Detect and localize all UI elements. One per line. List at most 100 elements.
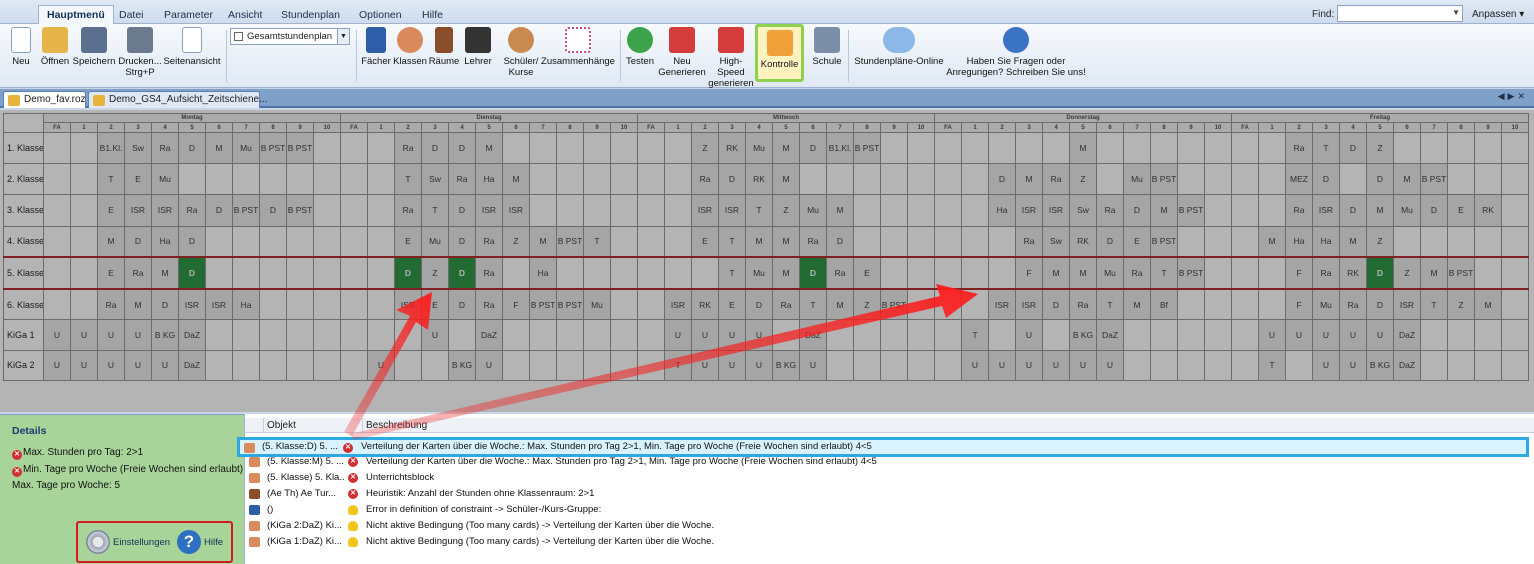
lesson-cell[interactable] [1231,319,1259,351]
lesson-cell[interactable] [1231,256,1259,290]
lesson-cell[interactable]: U [1339,319,1367,351]
lesson-cell[interactable]: D [1096,225,1124,258]
lesson-cell[interactable] [880,319,908,351]
lesson-cell[interactable]: D [124,225,152,258]
class-label[interactable]: 5. Klasse [3,256,44,290]
lesson-cell[interactable]: DaZ [178,349,206,382]
lesson-cell[interactable] [826,319,854,351]
lesson-cell[interactable] [826,163,854,196]
lesson-cell[interactable]: Ra [772,288,800,321]
column-header-object[interactable]: Objekt [263,418,363,433]
lesson-cell[interactable]: M [1015,163,1043,196]
lesson-cell[interactable]: Ra [1042,163,1070,196]
lesson-cell[interactable]: Ra [1123,256,1151,290]
lesson-cell[interactable] [313,256,341,290]
lesson-cell[interactable]: B KG [1069,319,1097,351]
class-label[interactable]: 2. Klasse [3,163,44,196]
lesson-cell[interactable]: B PST [259,131,287,165]
lesson-cell[interactable]: RK [718,131,746,165]
lesson-cell[interactable] [313,288,341,321]
lesson-cell[interactable] [43,256,71,290]
lesson-cell[interactable] [70,225,98,258]
lesson-cell[interactable] [529,349,557,382]
lesson-cell[interactable] [907,194,935,227]
lesson-cell[interactable]: RK [745,163,773,196]
save-button[interactable]: Speichern [72,27,116,67]
lesson-cell[interactable]: B PST [556,288,584,321]
lesson-cell[interactable] [691,256,719,290]
lesson-cell[interactable] [205,163,233,196]
lesson-cell[interactable] [502,349,530,382]
lesson-cell[interactable] [259,225,287,258]
lesson-cell[interactable] [1177,225,1205,258]
lesson-cell[interactable]: U [691,319,719,351]
lesson-cell[interactable] [232,256,260,290]
lesson-cell[interactable]: Ha [1285,225,1313,258]
lesson-cell[interactable] [1474,163,1502,196]
lesson-cell[interactable] [340,225,368,258]
lesson-cell[interactable] [583,194,611,227]
tab-hauptmenue[interactable]: Hauptmenü [38,5,114,25]
lesson-cell[interactable] [1096,163,1124,196]
lesson-cell[interactable] [1285,349,1313,382]
lesson-cell[interactable]: D [448,131,476,165]
lesson-cell[interactable]: D [745,288,773,321]
lesson-cell[interactable]: U [1015,319,1043,351]
check-button[interactable]: Kontrolle [755,24,804,82]
lesson-cell[interactable] [502,256,530,290]
lesson-cell[interactable] [637,288,665,321]
lesson-cell[interactable]: T [1312,131,1340,165]
lesson-cell[interactable] [1474,131,1502,165]
lesson-cell[interactable]: D [178,256,206,290]
lesson-cell[interactable]: Z [853,288,881,321]
lesson-cell[interactable] [43,225,71,258]
lesson-cell[interactable]: Mu [1312,288,1340,321]
lesson-cell[interactable] [637,194,665,227]
lesson-cell[interactable] [1474,256,1502,290]
lesson-cell[interactable]: D [1123,194,1151,227]
lesson-cell[interactable] [1339,163,1367,196]
lesson-cell[interactable] [259,349,287,382]
lesson-cell[interactable] [664,225,692,258]
lesson-cell[interactable] [961,131,989,165]
teachers-button[interactable]: Lehrer [462,27,494,67]
lesson-cell[interactable]: U [70,319,98,351]
class-label[interactable]: KiGa 2 [3,349,44,382]
lesson-cell[interactable]: Sw [1042,225,1070,258]
lesson-cell[interactable]: U [1366,319,1394,351]
lesson-cell[interactable]: U [1312,349,1340,382]
lesson-cell[interactable]: Ha [988,194,1016,227]
class-row[interactable]: KiGa 2 U U U U U DaZ U B KG U T U U U B KG U U U U U U U T U U B … [3,349,1529,382]
lesson-cell[interactable] [583,256,611,290]
lesson-cell[interactable]: Ra [1312,256,1340,290]
lesson-cell[interactable] [583,319,611,351]
lesson-cell[interactable]: Ra [151,131,179,165]
lesson-cell[interactable] [1015,131,1043,165]
tab-optionen[interactable]: Optionen [351,6,410,24]
lesson-cell[interactable]: T [394,163,422,196]
highspeed-button[interactable]: High-Speed generieren [707,27,755,89]
lesson-cell[interactable]: Ra [394,131,422,165]
lesson-cell[interactable] [853,194,881,227]
lesson-cell[interactable] [610,349,638,382]
lesson-cell[interactable] [502,319,530,351]
lesson-cell[interactable]: M [151,256,179,290]
lesson-cell[interactable]: ISR [1393,288,1421,321]
lesson-cell[interactable] [340,194,368,227]
lesson-cell[interactable] [1231,288,1259,321]
lesson-cell[interactable]: B KG [448,349,476,382]
lesson-cell[interactable]: B PST [1447,256,1475,290]
lesson-cell[interactable]: M [772,225,800,258]
lesson-cell[interactable]: Ra [1015,225,1043,258]
lesson-cell[interactable]: M [1069,131,1097,165]
lesson-cell[interactable] [1123,319,1151,351]
lesson-cell[interactable]: ISR [1015,288,1043,321]
lesson-cell[interactable] [529,163,557,196]
lesson-cell[interactable] [1096,131,1124,165]
lesson-cell[interactable] [1177,163,1205,196]
lesson-cell[interactable] [1420,319,1448,351]
lesson-cell[interactable]: U [1015,349,1043,382]
chevron-down-icon[interactable]: ▼ [1452,8,1460,17]
class-row[interactable]: 3. Klasse E ISR ISR Ra D B PST D B PST Ra T D ISR ISR… [3,194,1529,227]
lesson-cell[interactable]: E [1123,225,1151,258]
